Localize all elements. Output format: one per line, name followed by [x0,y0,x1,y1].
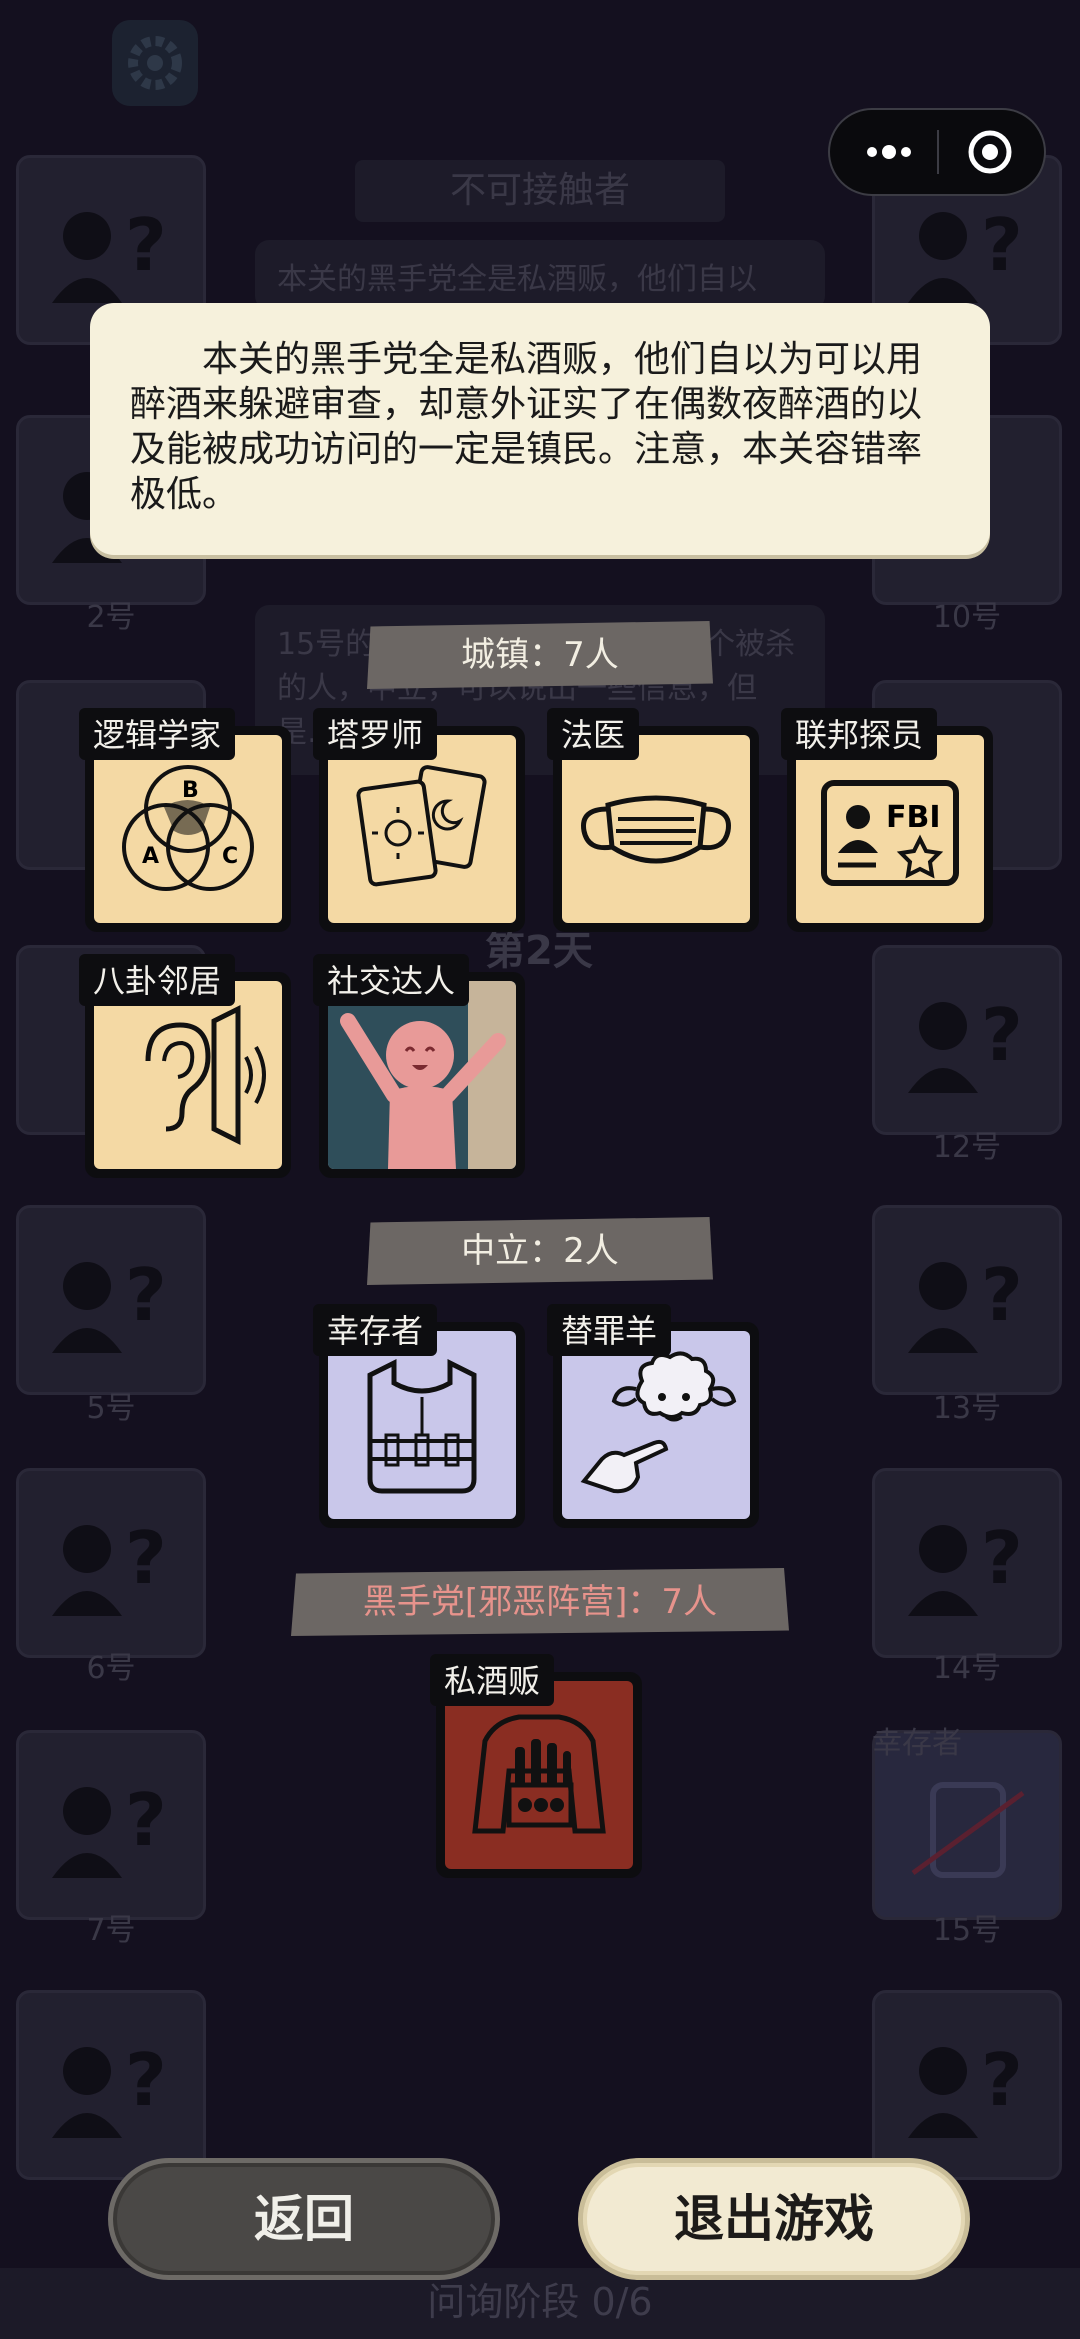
svg-text:?: ? [125,1516,167,1600]
role-label: 法医 [547,708,640,760]
back-button[interactable]: 返回 [108,2158,500,2280]
svg-text:?: ? [125,1778,167,1862]
svg-text:?: ? [125,203,167,287]
slot-number: 5号 [86,1391,136,1426]
player-slot[interactable]: ? [872,1205,1062,1395]
role-card-fbi[interactable]: FBI 联邦探员 [781,708,993,932]
role-card-socialite[interactable]: 社交达人 [313,954,525,1178]
vest-icon [367,1358,477,1494]
phase-title: 不可接触者 [355,160,725,222]
slot-number: 12号 [932,1130,1002,1165]
capsule-divider [937,130,939,174]
role-card-scapegoat[interactable]: 替罪羊 [547,1304,759,1528]
role-label: 幸存者 [313,1304,438,1356]
sheep-pointing-icon [580,1351,737,1494]
role-card-tarot[interactable]: 塔罗师 [313,708,525,932]
level-description-card: 本关的黑手党全是私酒贩，他们自以为可以用醉酒来躲避审查，却意外证实了在偶数夜醉酒… [90,303,990,555]
vest-icon [911,1782,1025,1878]
survivor-overlay-label: 幸存者 [872,1726,962,1761]
settings-gear-icon[interactable] [112,20,198,106]
unknown-player-icon: ? [52,2038,167,2138]
unknown-player-icon: ? [52,1253,167,1353]
waving-person-icon [328,981,516,1169]
slot-number: 7号 [86,1913,136,1948]
player-slot[interactable]: ? [16,1468,206,1658]
unknown-player-icon: ? [908,203,1023,303]
venn-letter: A [142,844,159,869]
unknown-player-icon: ? [52,1516,167,1616]
unknown-player-icon: ? [908,2038,1023,2138]
svg-text:?: ? [125,2038,167,2122]
slot-number: 2号 [86,600,136,635]
player-slot[interactable]: ? [872,1468,1062,1658]
player-slot[interactable]: ? [16,1990,206,2180]
role-label: 八卦邻居 [79,954,236,1006]
unknown-player-icon: ? [908,993,1023,1093]
unknown-player-icon: ? [908,1253,1023,1353]
neutral-banner: 中立：2人 [367,1217,713,1285]
unknown-player-icon: ? [52,203,167,303]
mafia-banner: 黑手党[邪恶阵营]：7人 [291,1568,789,1636]
svg-text:?: ? [981,1516,1023,1600]
svg-text:?: ? [981,1253,1023,1337]
slot-number: 15号 [932,1913,1002,1948]
role-label: 替罪羊 [547,1304,672,1356]
unknown-player-icon: ? [908,1516,1023,1616]
close-target-icon[interactable] [960,128,1020,176]
fbi-badge-icon: FBI [821,780,959,886]
role-card-bootlegger[interactable]: 私酒贩 [430,1654,642,1878]
fbi-text: FBI [886,800,941,835]
player-slot[interactable]: ? [872,945,1062,1135]
role-label: 塔罗师 [313,708,438,760]
exit-game-button[interactable]: 退出游戏 [578,2158,970,2280]
role-label: 私酒贩 [430,1654,555,1706]
player-slot[interactable]: ? [16,1205,206,1395]
venn-letter: C [222,844,238,869]
venn-diagram-icon: B A C [122,765,254,891]
role-card-logician[interactable]: B A C 逻辑学家 [79,708,291,932]
tarot-cards-icon [356,765,487,887]
slot-number: 10号 [932,600,1002,635]
mini-program-capsule [828,108,1046,196]
player-slot[interactable]: ? [872,1990,1062,2180]
hint-bubble: 本关的黑手党全是私酒贩，他们自以 [255,240,825,310]
slot-number: 14号 [932,1651,1002,1686]
role-card-coroner[interactable]: 法医 [547,708,759,932]
svg-text:?: ? [981,203,1023,287]
svg-text:?: ? [981,993,1023,1077]
role-card-survivor[interactable]: 幸存者 [313,1304,525,1528]
slot-number: 6号 [86,1651,136,1686]
svg-text:?: ? [125,1253,167,1337]
town-banner: 城镇：7人 [367,621,713,689]
svg-text:?: ? [981,2038,1023,2122]
role-card-gossip[interactable]: 八卦邻居 [79,954,291,1178]
ear-wall-icon [145,1004,266,1146]
player-slot[interactable]: ? [16,1730,206,1920]
role-label: 联邦探员 [781,708,938,760]
coat-bottles-icon [472,1714,606,1834]
face-mask-icon [581,795,731,864]
more-dots-icon[interactable] [854,128,924,176]
venn-letter: B [182,778,199,803]
role-label: 逻辑学家 [79,708,236,760]
slot-number: 13号 [932,1391,1002,1426]
role-label: 社交达人 [313,954,470,1006]
unknown-player-icon: ? [52,1778,167,1878]
